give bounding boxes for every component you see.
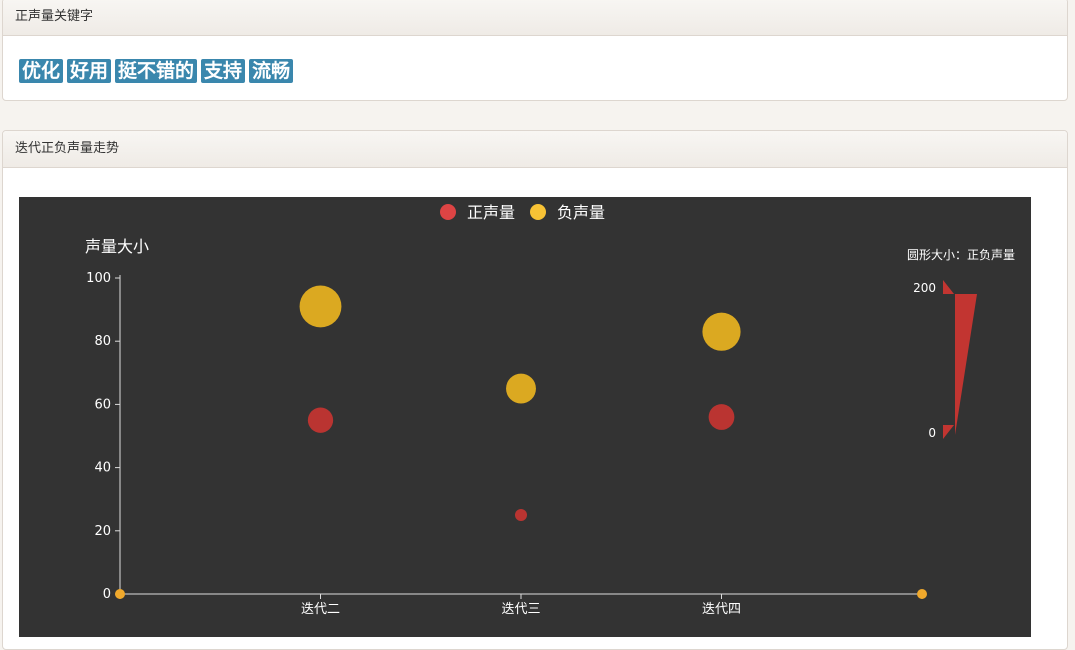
endpoint-marker	[917, 589, 927, 599]
visual-map-size-bar	[955, 294, 977, 435]
x-tick-label: 迭代三	[501, 602, 540, 617]
y-axis-title: 声量大小	[85, 237, 149, 256]
keywords-panel: 正声量关键字 优化 好用 挺不错的 支持 流畅	[2, 0, 1068, 101]
keyword-tag: 挺不错的	[115, 59, 198, 83]
y-tick-label: 100	[86, 271, 111, 286]
keyword-tag-list: 优化 好用 挺不错的 支持 流畅	[3, 36, 1067, 83]
trend-chart: 正声量 负声量 声量大小 0 20 40 60 80 100 迭代二 迭代三 迭代四 圆形大小：…	[19, 197, 1031, 637]
keywords-panel-title: 正声量关键字	[3, 0, 1067, 36]
legend-negative-marker[interactable]	[530, 204, 546, 220]
y-tick-label: 0	[103, 587, 111, 602]
legend-positive-label[interactable]: 正声量	[467, 203, 515, 222]
visual-map-min-label: 0	[928, 426, 936, 440]
keyword-tag: 流畅	[249, 59, 294, 83]
keyword-tag: 优化	[19, 59, 64, 83]
legend-negative-label[interactable]: 负声量	[557, 203, 605, 222]
y-tick-label: 40	[94, 461, 111, 476]
visual-map-min-handle[interactable]	[943, 425, 954, 439]
visual-map-max-handle[interactable]	[943, 280, 954, 294]
visual-map-title: 圆形大小：正负声量	[907, 248, 1015, 262]
axes: 0 20 40 60 80 100 迭代二 迭代三 迭代四	[86, 271, 923, 617]
keyword-tag: 好用	[67, 59, 112, 83]
keyword-tag: 支持	[201, 59, 246, 83]
legend-positive-marker[interactable]	[440, 204, 456, 220]
negative-volume-point[interactable]	[506, 373, 536, 404]
x-tick-label: 迭代二	[301, 602, 340, 617]
scatter-chart-svg: 正声量 负声量 声量大小 0 20 40 60 80 100 迭代二 迭代三 迭代四 圆形大小：…	[85, 203, 1015, 617]
positive-volume-point[interactable]	[515, 509, 527, 521]
y-tick-label: 80	[94, 334, 111, 349]
positive-volume-point[interactable]	[708, 404, 735, 430]
visual-map-max-label: 200	[913, 281, 936, 295]
y-tick-label: 60	[94, 397, 111, 412]
positive-volume-point[interactable]	[307, 407, 334, 433]
y-tick-label: 20	[94, 524, 111, 539]
trend-panel-title: 迭代正负声量走势	[3, 131, 1067, 168]
x-tick-label: 迭代四	[702, 602, 741, 617]
trend-panel: 迭代正负声量走势 正声量 负声量 声量大小 0 20 40 60 80 100 迭代二 迭代三…	[2, 130, 1068, 650]
data-points	[115, 285, 927, 599]
endpoint-marker	[115, 589, 125, 599]
negative-volume-point[interactable]	[702, 312, 741, 351]
negative-volume-point[interactable]	[299, 285, 342, 328]
